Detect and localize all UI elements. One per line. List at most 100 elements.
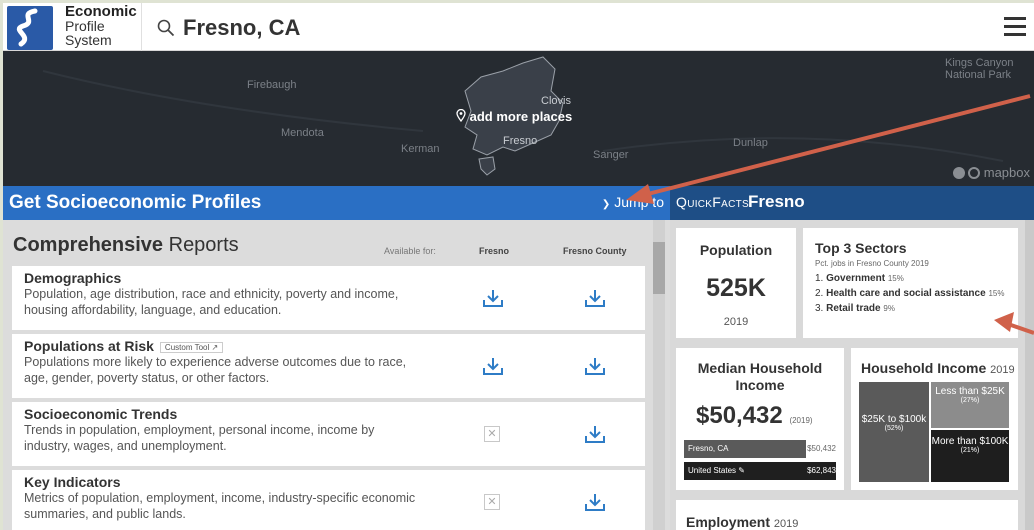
population-value: 525K <box>706 274 766 302</box>
report-description: Population, age distribution, race and e… <box>24 287 399 317</box>
sectors-title: Top 3 Sectors <box>815 240 907 256</box>
sector-pct: 15% <box>887 274 904 283</box>
pencil-icon[interactable]: ✎ <box>738 466 745 475</box>
sector-item: 3. Retail trade 9% <box>815 301 1004 316</box>
quickfacts-scrollbar[interactable] <box>1025 220 1034 530</box>
download-fresno-icon[interactable] <box>482 288 504 308</box>
household-income-title-text: Household Income <box>861 360 987 376</box>
map-label-dunlap: Dunlap <box>733 137 768 149</box>
reports-panel: Comprehensive Reports Available for: Fre… <box>3 220 670 530</box>
download-county-icon[interactable] <box>584 492 606 512</box>
sector-name: Retail trade <box>826 303 881 314</box>
map-label-national-park: National Park <box>945 69 1012 81</box>
income-bar-value: $50,432 <box>807 444 836 453</box>
income-block-label: $25K to $100k <box>861 414 927 425</box>
logo-line-1: Economic <box>65 3 137 20</box>
info-icon[interactable] <box>952 167 965 179</box>
reports-heading: Comprehensive Reports <box>13 234 239 257</box>
region-map[interactable]: Firebaugh Mendota Kerman Clovis Fresno S… <box>3 51 1034 186</box>
app-frame: Economic Profile System Firebaugh Mendot… <box>0 0 1034 530</box>
reports-scrollbar-thumb[interactable] <box>653 242 665 294</box>
income-block-pct: (21%) <box>960 447 980 454</box>
income-block-low: Less than $25K (27%) <box>931 382 1009 428</box>
top-sectors-card: Top 3 Sectors Pct. jobs in Fresno County… <box>803 228 1018 338</box>
quickfacts-header: QuickFacts Fresno <box>670 186 1034 220</box>
chevron-down-icon: ❯ <box>601 199 611 210</box>
report-description: Populations more likely to experience ad… <box>24 355 407 385</box>
external-link-icon: ↗ <box>211 342 219 352</box>
mapbox-logo-icon <box>968 167 981 179</box>
map-label-clovis: Clovis <box>541 95 571 107</box>
income-block-pct: (27%) <box>960 397 980 404</box>
logo-line-3: System <box>65 32 112 48</box>
sector-name: Health care and social assistance <box>826 288 986 299</box>
profiles-title: Get Socioeconomic Profiles <box>9 192 262 213</box>
median-income-value: $50,432 (2019) <box>696 402 813 430</box>
top-bar: Economic Profile System <box>3 3 1034 51</box>
employment-year: 2019 <box>773 518 799 530</box>
map-label-sanger: Sanger <box>593 149 629 161</box>
report-populations-at-risk[interactable]: Populations at Risk Custom Tool ↗ Populat… <box>12 334 645 398</box>
hamburger-menu-icon[interactable] <box>1004 17 1026 37</box>
sectors-subtitle: Pct. jobs in Fresno County 2019 <box>815 259 929 268</box>
report-description: Metrics of population, employment, incom… <box>24 491 416 521</box>
report-demographics[interactable]: Demographics Population, age distributio… <box>12 266 645 330</box>
unavailable-icon: ✕ <box>484 494 500 510</box>
sector-item: 1. Government 15% <box>815 271 1004 286</box>
map-label-mendota: Mendota <box>281 127 324 139</box>
median-income-year: (2019) <box>789 416 813 425</box>
income-block-pct: (52%) <box>884 425 904 432</box>
median-income-title: Median Household Income <box>697 360 823 393</box>
sector-item: 2. Health care and social assistance 15% <box>815 286 1004 301</box>
employment-title: Employment 2019 <box>686 514 798 530</box>
household-income-title: Household Income 2019 <box>861 360 1015 376</box>
download-county-icon[interactable] <box>584 424 606 444</box>
search-icon <box>157 19 175 37</box>
download-fresno-icon[interactable] <box>482 356 504 376</box>
sector-rank: 3. <box>815 303 824 314</box>
income-block-label: Less than $25K <box>935 386 1005 397</box>
report-title: Socioeconomic Trends <box>24 406 178 422</box>
logo-text: Economic Profile System <box>65 3 137 48</box>
income-block-label: More than $100K <box>931 436 1009 447</box>
household-income-card: Household Income 2019 $25K to $100k (52%)… <box>851 348 1018 490</box>
report-description: Trends in population, employment, person… <box>24 423 375 453</box>
report-key-indicators[interactable]: Key Indicators Metrics of population, em… <box>12 470 645 530</box>
logo-line-2: Profile <box>65 18 105 34</box>
sector-rank: 1. <box>815 273 824 284</box>
report-title: Populations at Risk Custom Tool ↗ <box>24 338 224 354</box>
population-year: 2019 <box>723 316 749 328</box>
report-socioeconomic-trends[interactable]: Socioeconomic Trends Trends in populatio… <box>12 402 645 466</box>
jump-to-button[interactable]: ❯ Jump to <box>602 194 664 210</box>
report-title: Demographics <box>24 270 122 286</box>
report-title-text: Populations at Risk <box>24 338 154 354</box>
employment-card: Employment 2019 <box>676 500 1018 530</box>
map-label-kerman: Kerman <box>401 143 440 155</box>
quickfacts-place: Fresno <box>748 192 805 211</box>
divider <box>141 3 142 51</box>
download-county-icon[interactable] <box>584 288 606 308</box>
income-bar-label: United States ✎ <box>688 466 745 475</box>
household-income-year: 2019 <box>990 364 1015 376</box>
mapbox-label: mapbox <box>983 165 1030 180</box>
sector-rank: 2. <box>815 288 824 299</box>
custom-tool-badge[interactable]: Custom Tool ↗ <box>159 341 224 353</box>
sector-name: Government <box>826 273 886 284</box>
custom-tool-label: Custom Tool <box>164 342 210 352</box>
download-county-icon[interactable] <box>584 356 606 376</box>
sector-pct: 15% <box>988 289 1005 298</box>
add-more-places-label: add more places <box>469 109 573 124</box>
column-fresno-county: Fresno County <box>563 246 627 256</box>
income-bar-value: $62,843 <box>807 466 836 475</box>
eps-logo-icon[interactable] <box>7 6 53 50</box>
place-search-input[interactable] <box>183 13 683 43</box>
available-for-label: Available for: <box>384 246 436 256</box>
add-more-places-button[interactable]: add more places <box>456 108 573 124</box>
population-title: Population <box>699 242 773 258</box>
income-block-high: More than $100K (21%) <box>931 430 1009 482</box>
median-income-card: Median Household Income $50,432 (2019) F… <box>676 348 844 490</box>
income-bar-label: Fresno, CA <box>688 444 729 453</box>
sector-pct: 9% <box>883 304 895 313</box>
quickfacts-label: QuickFacts <box>676 194 750 210</box>
mapbox-attribution[interactable]: mapbox <box>952 165 1030 180</box>
